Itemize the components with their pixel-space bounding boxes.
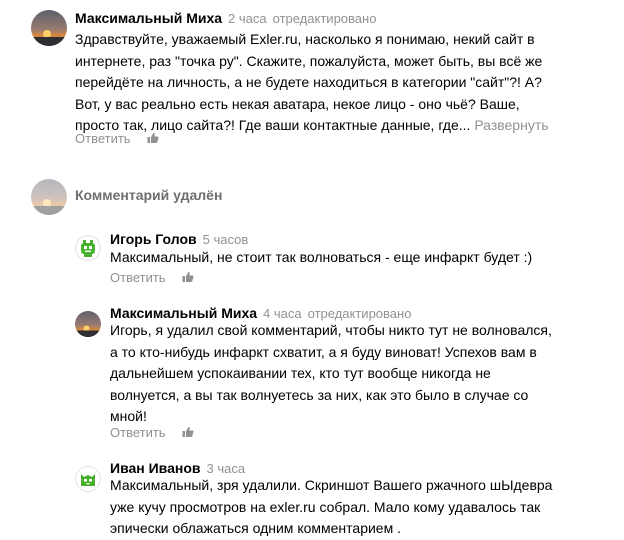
text-line: а то кто-нибудь инфаркт схватит, а я буд… [110,343,537,360]
text-line: Максимальный, не стоит так волноваться -… [110,249,533,265]
avatar[interactable] [75,311,101,337]
green-cat-icon [75,466,101,492]
comment: Максимальный Миха 2 часа отредактировано З… [0,0,624,160]
text-line: Максимальный, зря удалили. Скриншот Ваше… [110,477,553,493]
comment-actions: Ответить [75,130,159,149]
comment-text: Максимальный, зря удалили. Скриншот Ваше… [110,475,552,540]
avatar[interactable] [31,10,67,46]
reply-comment: Максимальный Миха 4 часа отредактировано И… [0,300,624,450]
deleted-label: Комментарий удалён [75,187,223,203]
timestamp[interactable]: 3 часа [207,461,246,476]
green-robot-icon [75,235,101,261]
reply-button[interactable]: Ответить [75,131,131,146]
avatar [31,179,67,215]
comment-text: Здравствуйте, уважаемый Exler.ru, наскол… [75,29,549,137]
author-name[interactable]: Иван Иванов [110,460,201,476]
text-line: волнуется, а вы так волнуетесь за них, к… [110,386,529,403]
avatar[interactable] [75,466,101,492]
avatar[interactable] [75,235,101,261]
text-line: Игорь, я удалил свой комментарий, чтобы … [110,322,552,338]
comment-actions: Ответить [110,269,194,288]
like-icon[interactable] [182,270,194,288]
text-line: Здравствуйте, уважаемый Exler.ru, наскол… [75,31,535,47]
text-line: дальнейшем успокаивании тех, кто тут воо… [110,365,491,381]
like-icon[interactable] [147,131,159,149]
edited-label: отредактировано [272,11,377,26]
comment-text: Игорь, я удалил свой комментарий, чтобы … [110,320,552,428]
comment-text: Максимальный, не стоит так волноваться -… [110,247,532,269]
text-line: интернете, раз "точка ру". Скажите, пожа… [75,52,543,69]
sunset-avatar-icon [31,179,67,215]
author-name[interactable]: Максимальный Миха [75,10,222,26]
author-name[interactable]: Максимальный Миха [110,305,257,321]
reply-button[interactable]: Ответить [110,425,166,440]
text-line: эпически облажаться одним комментарием . [110,520,401,536]
author-name[interactable]: Игорь Голов [110,231,197,247]
edited-label: отредактировано [307,306,412,321]
text-line: уже кучу просмотров на exler.ru собрал. … [110,498,541,515]
comment-header: Максимальный Миха 2 часа отредактировано [75,8,376,29]
timestamp[interactable]: 4 часа [263,306,302,321]
reply-comment: Иван Иванов 3 часа Максимальный, зря удал… [0,455,624,538]
sunset-avatar-icon [31,10,67,46]
text-line: перейдёте на личность, а не будете наход… [75,74,542,90]
text-line: Вот, у вас реально есть некая аватара, н… [75,95,520,112]
comment-actions: Ответить [110,424,194,443]
expand-link[interactable]: Развернуть [474,117,548,133]
reply-button[interactable]: Ответить [110,270,166,285]
timestamp[interactable]: 5 часов [203,232,249,247]
like-icon[interactable] [182,425,194,443]
deleted-comment: Комментарий удалён [0,170,624,220]
sunset-avatar-icon [75,311,101,337]
timestamp[interactable]: 2 часа [228,11,267,26]
reply-comment: Игорь Голов 5 часов Максимальный, не стои… [0,225,624,295]
